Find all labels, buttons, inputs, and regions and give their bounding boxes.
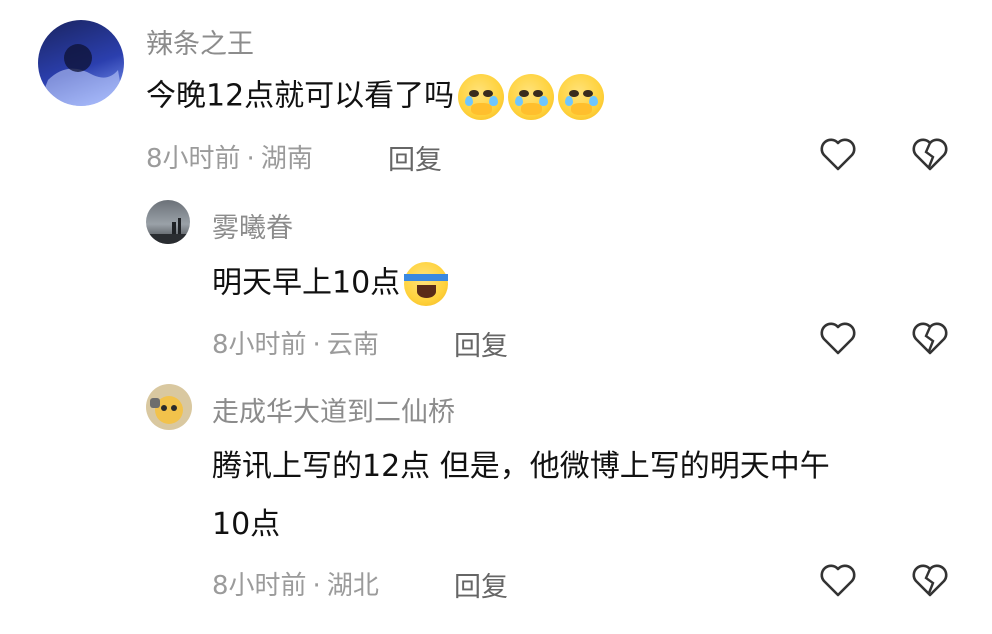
comment-text-line2: 10点 bbox=[212, 507, 281, 542]
location: 湖南 bbox=[260, 144, 313, 174]
timestamp: 8小时前 bbox=[212, 571, 307, 601]
broken-heart-icon[interactable] bbox=[910, 134, 950, 174]
broken-heart-icon[interactable] bbox=[910, 318, 950, 358]
separator: · bbox=[312, 330, 321, 360]
comment-text: 今晚12点就可以看了吗 bbox=[146, 74, 605, 120]
location: 湖北 bbox=[326, 571, 379, 601]
username[interactable]: 雾曦眷 bbox=[212, 206, 293, 245]
location: 云南 bbox=[326, 330, 379, 360]
comment-meta: 8小时前 · 云南 bbox=[212, 324, 379, 361]
username[interactable]: 走成华大道到二仙桥 bbox=[212, 390, 455, 429]
pleading-crying-emoji bbox=[558, 74, 605, 120]
avatar[interactable] bbox=[38, 20, 124, 106]
comment-text-line1: 腾讯上写的12点 但是，他微博上写的明天中午 bbox=[212, 449, 830, 484]
reply-button[interactable]: 回复 bbox=[454, 565, 508, 604]
laughing-crying-emoji bbox=[404, 262, 449, 306]
avatar[interactable] bbox=[146, 200, 190, 244]
heart-outline-icon[interactable] bbox=[818, 318, 858, 358]
broken-heart-icon[interactable] bbox=[910, 560, 950, 600]
comment-3: 走成华大道到二仙桥 腾讯上写的12点 但是，他微博上写的明天中午 10点 8小时… bbox=[0, 360, 992, 634]
comment-2: 雾曦眷 明天早上10点 8小时前 · 云南 回复 bbox=[0, 180, 992, 363]
comment-text-content: 明天早上10点 bbox=[212, 265, 401, 301]
heart-outline-icon[interactable] bbox=[818, 560, 858, 600]
pleading-crying-emoji bbox=[458, 74, 505, 120]
username[interactable]: 辣条之王 bbox=[146, 22, 254, 61]
comment-text: 明天早上10点 bbox=[212, 262, 449, 306]
separator: · bbox=[246, 144, 255, 174]
comment-text-content: 今晚12点就可以看了吗 bbox=[146, 78, 455, 114]
avatar[interactable] bbox=[146, 384, 192, 430]
comment-1: 辣条之王 今晚12点就可以看了吗 8小时前 · 湖南 回复 bbox=[0, 0, 992, 180]
timestamp: 8小时前 bbox=[212, 330, 307, 360]
separator: · bbox=[312, 571, 321, 601]
timestamp: 8小时前 bbox=[146, 144, 241, 174]
comment-meta: 8小时前 · 湖南 bbox=[146, 138, 313, 175]
pleading-crying-emoji bbox=[508, 74, 555, 120]
reply-button[interactable]: 回复 bbox=[388, 138, 442, 177]
comment-meta: 8小时前 · 湖北 bbox=[212, 565, 379, 602]
heart-outline-icon[interactable] bbox=[818, 134, 858, 174]
reply-button[interactable]: 回复 bbox=[454, 324, 508, 363]
